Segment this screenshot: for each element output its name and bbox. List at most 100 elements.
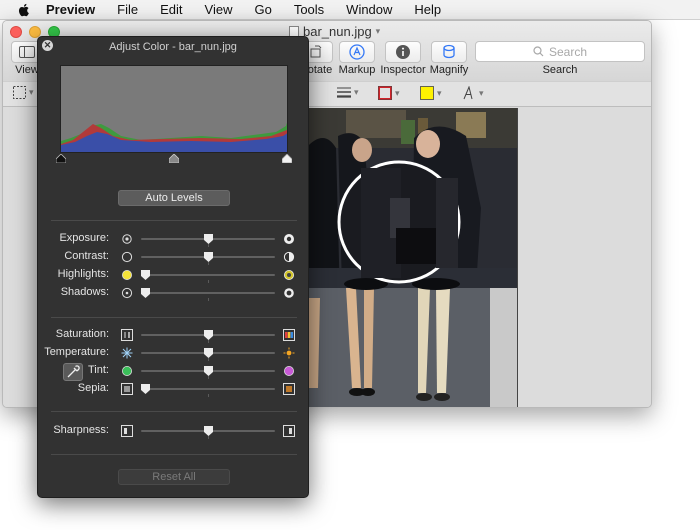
fill-color-tool[interactable]: ▾ (420, 86, 442, 100)
tint-magenta-icon (284, 366, 294, 376)
inspector-label: Inspector (380, 64, 426, 76)
menu-edit[interactable]: Edit (160, 2, 182, 17)
highlights-low-icon (122, 270, 132, 280)
menu-tools[interactable]: Tools (294, 2, 324, 17)
auto-levels-button[interactable]: Auto Levels (118, 190, 230, 206)
rect-selection-icon (13, 86, 26, 99)
divider (51, 317, 297, 318)
sharpness-slider-thumb[interactable] (203, 426, 213, 436)
markup-button[interactable] (339, 41, 375, 63)
contrast-label: Contrast: (64, 250, 109, 262)
saturation-row: Saturation: (38, 326, 308, 344)
menu-app-preview[interactable]: Preview (46, 2, 95, 17)
search-label: Search (542, 64, 578, 76)
temperature-cool-icon (121, 347, 133, 359)
tint-slider-thumb[interactable] (203, 366, 213, 376)
document-image[interactable] (306, 108, 518, 407)
menu-view[interactable]: View (205, 2, 233, 17)
apple-logo-icon[interactable] (16, 2, 32, 18)
shadows-label: Shadows: (60, 286, 109, 298)
temperature-slider-thumb[interactable] (203, 348, 213, 358)
exposure-high-icon (284, 234, 294, 244)
search-input[interactable]: Search (475, 41, 645, 62)
exposure-row: Exposure: (38, 230, 308, 248)
contrast-slider-thumb[interactable] (203, 252, 213, 262)
magnify-button[interactable] (431, 41, 467, 63)
shadows-high-icon (284, 288, 294, 298)
line-style-tool[interactable]: ▾ (337, 86, 359, 98)
exposure-low-icon (122, 234, 132, 244)
sidebar-icon (19, 46, 35, 58)
temperature-row: Temperature: (38, 344, 308, 362)
slider-tick (208, 298, 209, 301)
slider-tick (208, 394, 209, 397)
view-label: View (15, 64, 39, 76)
sepia-row: Sepia: (38, 380, 308, 398)
markup-pen-icon (349, 44, 365, 60)
highlights-slider[interactable] (141, 274, 275, 276)
chevron-down-icon: ▾ (375, 26, 381, 36)
slider-tick (208, 436, 209, 439)
black-point-handle[interactable] (56, 154, 66, 163)
menu-bar: Preview File Edit View Go Tools Window H… (0, 0, 700, 20)
temperature-label: Temperature: (44, 346, 109, 358)
selection-tool[interactable]: ▾ (13, 86, 34, 99)
adjust-color-panel: ✕ Adjust Color - bar_nun.jpg Auto Levels… (37, 36, 309, 498)
menu-go[interactable]: Go (254, 2, 271, 17)
histogram-graph (61, 122, 287, 152)
menu-window[interactable]: Window (346, 2, 392, 17)
info-icon (396, 45, 410, 59)
rotate-icon (310, 45, 322, 58)
saturation-low-icon (121, 329, 133, 341)
close-window-button[interactable] (10, 26, 22, 38)
midtone-handle[interactable] (169, 154, 179, 163)
exposure-label: Exposure: (59, 232, 109, 244)
sepia-high-icon (283, 383, 295, 395)
sharpness-low-icon (121, 425, 133, 437)
sharpness-label: Sharpness: (53, 424, 109, 436)
chevron-down-icon: ▾ (354, 86, 359, 97)
highlights-high-icon (284, 270, 294, 280)
highlights-label: Highlights: (57, 268, 109, 280)
saturation-label: Saturation: (55, 328, 109, 340)
divider (51, 220, 297, 221)
sepia-slider-thumb[interactable] (141, 384, 150, 394)
chevron-down-icon: ▾ (437, 87, 442, 98)
contrast-high-icon (283, 251, 295, 263)
text-style-tool[interactable]: ▾ (462, 86, 484, 100)
text-style-icon (463, 86, 473, 100)
slider-tick (208, 244, 209, 247)
exposure-slider-thumb[interactable] (203, 234, 213, 244)
white-point-handle[interactable] (282, 154, 292, 163)
reset-all-button[interactable]: Reset All (118, 469, 230, 485)
tint-label: Tint: (88, 364, 109, 376)
shadows-slider[interactable] (141, 292, 275, 294)
highlights-row: Highlights: (38, 266, 308, 284)
highlights-slider-thumb[interactable] (141, 270, 150, 280)
menu-file[interactable]: File (117, 2, 138, 17)
levels-histogram[interactable] (60, 65, 288, 153)
chevron-down-icon: ▾ (29, 87, 34, 97)
inspector-button[interactable] (385, 41, 421, 63)
shadows-row: Shadows: (38, 284, 308, 302)
saturation-high-icon (283, 329, 295, 341)
contrast-low-icon (121, 251, 133, 263)
markup-label: Markup (338, 64, 376, 76)
magnify-label: Magnify (429, 64, 469, 76)
border-color-tool[interactable]: ▾ (378, 86, 400, 100)
sepia-low-icon (121, 383, 133, 395)
photo-nuns-at-bar (306, 108, 517, 407)
search-placeholder: Search (548, 44, 588, 59)
saturation-slider-thumb[interactable] (203, 330, 213, 340)
menu-help[interactable]: Help (414, 2, 441, 17)
divider (51, 411, 297, 412)
slider-tick (208, 262, 209, 265)
slider-tick (208, 340, 209, 343)
shadows-slider-thumb[interactable] (141, 288, 150, 298)
chevron-down-icon: ▾ (395, 87, 400, 98)
tint-row: Tint: (38, 362, 308, 380)
fill-color-swatch-icon (420, 86, 434, 100)
slider-tick (208, 376, 209, 379)
sepia-slider[interactable] (141, 388, 275, 390)
shadows-low-icon (121, 287, 133, 299)
